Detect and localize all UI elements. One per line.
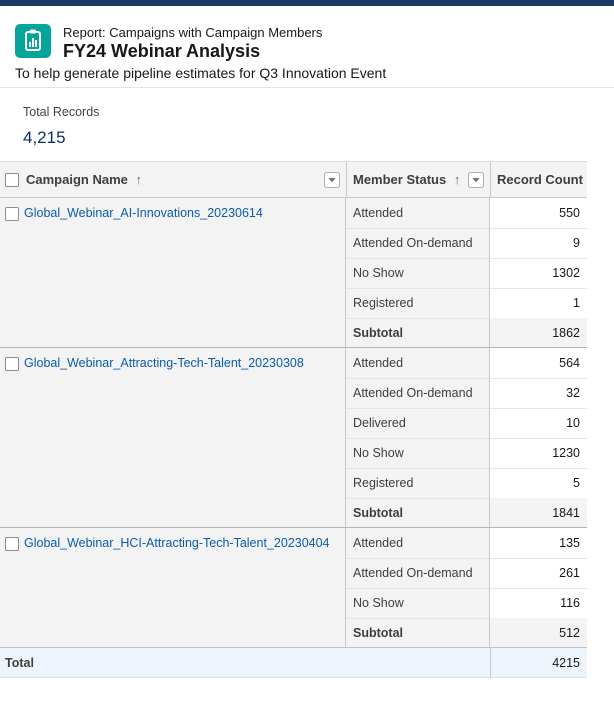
member-status: Delivered (353, 416, 406, 430)
record-count-column: 135 261 116 512 (490, 528, 587, 648)
column-header-campaign-name[interactable]: Campaign Name ↑ (26, 162, 142, 198)
record-count: 9 (573, 236, 580, 250)
campaign-name-menu-button[interactable] (324, 172, 340, 188)
member-status: Attended On-demand (353, 236, 473, 250)
member-status: Registered (353, 476, 414, 490)
member-status: No Show (353, 596, 404, 610)
sort-ascending-icon: ↑ (453, 172, 461, 187)
grand-total-row: Total 4215 (0, 647, 587, 678)
report-description: To help generate pipeline estimates for … (15, 65, 387, 81)
member-status: Attended (353, 536, 404, 550)
member-status: Attended (353, 206, 404, 220)
column-divider (346, 162, 347, 198)
select-all-checkbox[interactable] (5, 173, 19, 187)
campaign-link[interactable]: Global_Webinar_AI-Innovations_20230614 (24, 206, 263, 220)
record-count: 1302 (552, 266, 580, 280)
record-count: 261 (559, 566, 580, 580)
grand-total-value: 4215 (552, 656, 580, 670)
member-status-column: Attended Attended On-demand Delivered No… (346, 348, 490, 528)
record-count-column: 564 32 10 1230 5 1841 (490, 348, 587, 528)
campaign-link[interactable]: Global_Webinar_HCI-Attracting-Tech-Talen… (24, 536, 330, 550)
subtotal-value: 1862 (552, 326, 580, 340)
record-count: 10 (566, 416, 580, 430)
record-count: 135 (559, 536, 580, 550)
record-count: 1230 (552, 446, 580, 460)
member-status: Attended On-demand (353, 386, 473, 400)
record-count: 564 (559, 356, 580, 370)
record-count: 1 (573, 296, 580, 310)
subtotal-label: Subtotal (353, 626, 403, 640)
subtotal-value: 1841 (552, 506, 580, 520)
report-header: Report: Campaigns with Campaign Members … (0, 6, 614, 88)
subtotal-label: Subtotal (353, 506, 403, 520)
report-table: Campaign Name ↑ Member Status ↑ Record C… (0, 161, 587, 678)
campaign-name-cell: Global_Webinar_Attracting-Tech-Talent_20… (0, 348, 346, 528)
subtotal-value: 512 (559, 626, 580, 640)
campaign-name-cell: Global_Webinar_HCI-Attracting-Tech-Talen… (0, 528, 346, 648)
row-checkbox[interactable] (5, 207, 19, 221)
row-checkbox[interactable] (5, 537, 19, 551)
chevron-down-icon (472, 178, 480, 183)
record-count: 116 (560, 596, 580, 610)
member-status-column: Attended Attended On-demand No Show Regi… (346, 198, 490, 348)
member-status: Attended (353, 356, 404, 370)
record-count: 32 (566, 386, 580, 400)
subtotal-label: Subtotal (353, 326, 403, 340)
column-divider (490, 648, 491, 678)
campaign-name-header-label: Campaign Name (26, 172, 128, 187)
member-status: No Show (353, 266, 404, 280)
campaign-group: Global_Webinar_AI-Innovations_20230614 A… (0, 198, 587, 348)
table-header: Campaign Name ↑ Member Status ↑ Record C… (0, 161, 587, 198)
chevron-down-icon (328, 178, 336, 183)
column-header-member-status[interactable]: Member Status ↑ (353, 162, 460, 198)
member-status-column: Attended Attended On-demand No Show Subt… (346, 528, 490, 648)
member-status-menu-button[interactable] (468, 172, 484, 188)
campaign-name-cell: Global_Webinar_AI-Innovations_20230614 (0, 198, 346, 348)
total-records-value: 4,215 (23, 128, 66, 147)
member-status: Registered (353, 296, 414, 310)
sort-ascending-icon: ↑ (135, 172, 143, 187)
campaign-link[interactable]: Global_Webinar_Attracting-Tech-Talent_20… (24, 356, 304, 370)
member-status: Attended On-demand (353, 566, 473, 580)
report-type-label: Report: Campaigns with Campaign Members (63, 25, 323, 40)
report-title: FY24 Webinar Analysis (63, 41, 261, 61)
record-count: 550 (559, 206, 580, 220)
summary-panel: Total Records 4,215 (0, 88, 614, 162)
report-icon (15, 24, 51, 58)
record-count-column: 550 9 1302 1 1862 (490, 198, 587, 348)
campaign-group: Global_Webinar_Attracting-Tech-Talent_20… (0, 348, 587, 528)
total-records-label: Total Records (23, 105, 100, 119)
column-divider (490, 162, 491, 198)
member-status: No Show (353, 446, 404, 460)
campaign-group: Global_Webinar_HCI-Attracting-Tech-Talen… (0, 528, 587, 648)
grand-total-label: Total (5, 656, 34, 670)
column-header-record-count[interactable]: Record Count (497, 162, 583, 198)
member-status-header-label: Member Status (353, 172, 447, 187)
record-count: 5 (573, 476, 580, 490)
row-checkbox[interactable] (5, 357, 19, 371)
